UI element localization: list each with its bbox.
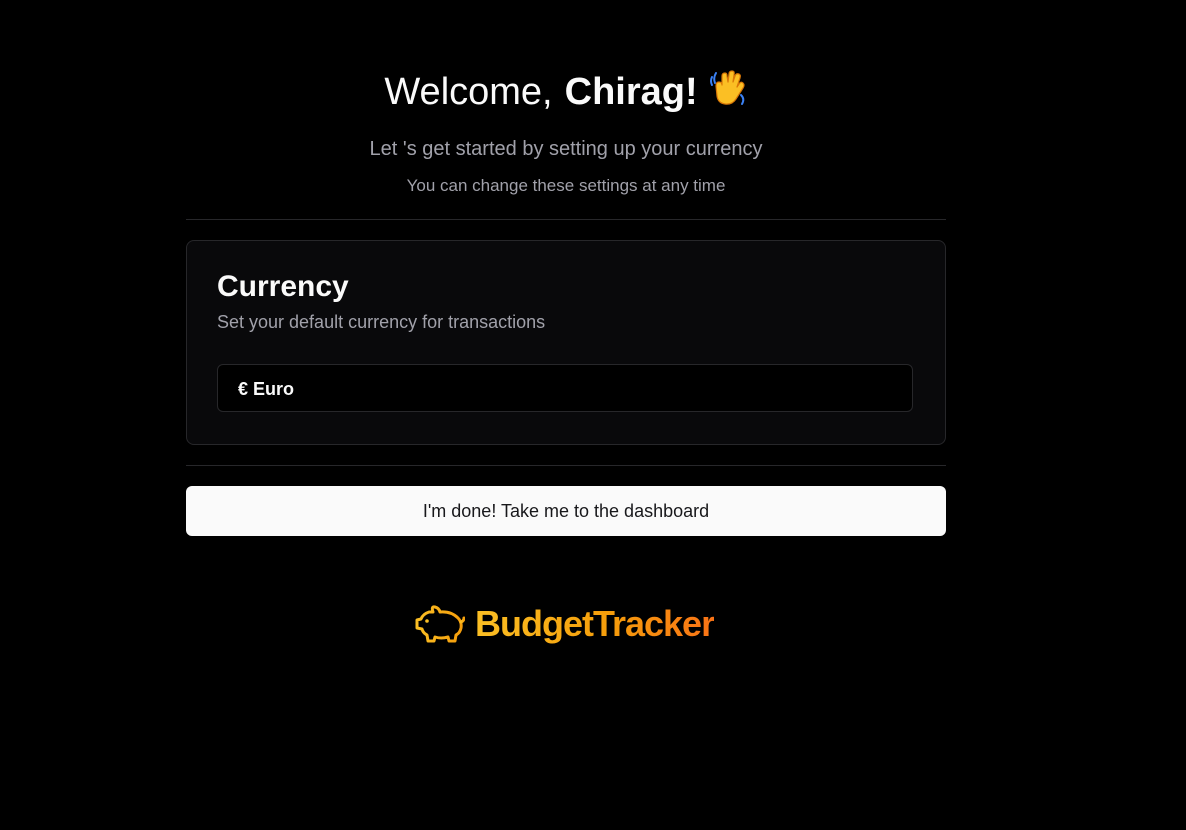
settings-note: You can change these settings at any tim… — [406, 176, 726, 195]
go-to-dashboard-button[interactable]: I'm done! Take me to the dashboard — [186, 486, 946, 536]
top-divider — [186, 219, 946, 220]
onboarding-page: Welcome, Chirag! Let 's get started by se… — [0, 0, 1186, 830]
currency-card: Currency Set your default currency for t… — [186, 240, 946, 445]
currency-card-description: Set your default currency for transactio… — [217, 312, 546, 332]
bottom-divider — [186, 465, 946, 466]
brand-logo: BudgetTracker — [413, 600, 733, 648]
brand-name: BudgetTracker — [475, 603, 715, 644]
user-name: Chirag! — [564, 71, 698, 113]
greeting-text: Welcome, — [384, 71, 553, 113]
currency-select[interactable]: € Euro — [217, 364, 913, 412]
setup-subtitle: Let 's get started by setting up your cu… — [369, 138, 763, 160]
waving-hand-icon — [708, 68, 748, 120]
piggy-bank-icon — [413, 602, 466, 646]
welcome-heading: Welcome, Chirag! — [186, 68, 946, 120]
currency-select-value: € Euro — [238, 379, 295, 399]
currency-card-title: Currency — [217, 270, 349, 303]
